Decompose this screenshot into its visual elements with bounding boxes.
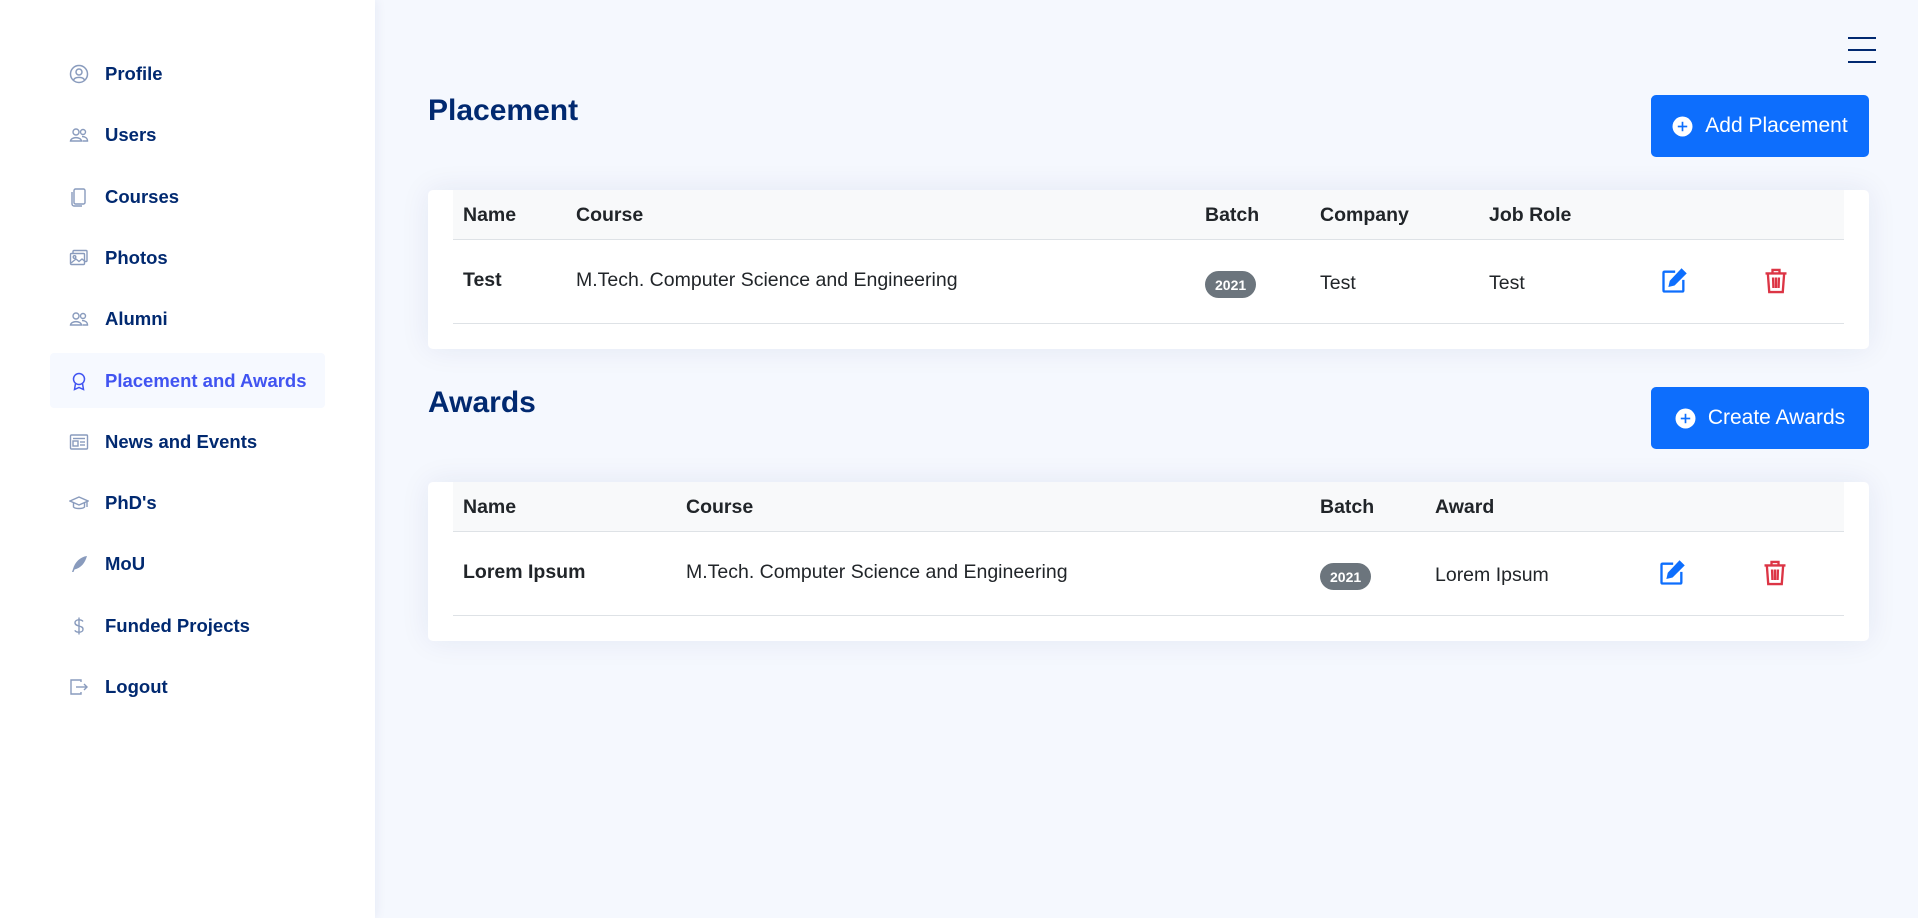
sidebar-item-profile[interactable]: Profile: [50, 46, 325, 101]
cell-course: M.Tech. Computer Science and Engineering: [686, 561, 1068, 583]
sidebar-item-logout[interactable]: Logout: [50, 659, 325, 714]
edit-icon[interactable]: [1658, 559, 1686, 587]
sidebar-item-label: Courses: [105, 185, 180, 207]
create-awards-label: Create Awards: [1707, 406, 1846, 429]
people-icon: [68, 124, 90, 146]
sidebar-item-mou[interactable]: MoU: [50, 536, 325, 591]
hamburger-menu-icon[interactable]: [1848, 37, 1876, 63]
edit-icon[interactable]: [1660, 267, 1688, 295]
cell-name: Lorem Ipsum: [463, 561, 586, 583]
sidebar-item-phds[interactable]: PhD's: [50, 475, 325, 530]
column-header-batch: Batch: [1205, 204, 1260, 226]
people-icon: [68, 308, 90, 330]
table-header: Name Course Batch Company Job Role: [453, 190, 1844, 240]
awards-title: Awards: [428, 386, 536, 419]
sidebar-item-label: Alumni: [105, 307, 168, 329]
placement-card: Name Course Batch Company Job Role Test …: [428, 190, 1869, 349]
sidebar-item-alumni[interactable]: Alumni: [50, 291, 325, 346]
column-header-company: Company: [1320, 204, 1409, 226]
sidebar-item-courses[interactable]: Courses: [50, 169, 325, 224]
images-icon: [68, 247, 90, 269]
sidebar-item-label: MoU: [105, 552, 146, 574]
awards-card: Name Course Batch Award Lorem Ipsum M.Te…: [428, 482, 1869, 641]
column-header-name: Name: [463, 496, 517, 518]
cell-job-role: Test: [1489, 272, 1525, 294]
dollar-icon: [68, 615, 90, 637]
batch-badge: 2021: [1320, 563, 1372, 590]
sidebar-item-label: PhD's: [105, 491, 157, 513]
plus-circle-icon: [1672, 116, 1693, 136]
mortarboard-icon: [68, 492, 90, 514]
table-header: Name Course Batch Award: [453, 482, 1844, 532]
table-row: Test M.Tech. Computer Science and Engine…: [453, 240, 1844, 324]
sidebar-item-label: News and Events: [105, 430, 258, 452]
column-header-course: Course: [576, 204, 644, 226]
sidebar-item-funded-projects[interactable]: Funded Projects: [50, 598, 325, 653]
trash-icon[interactable]: [1761, 559, 1789, 587]
sidebar-item-label: Funded Projects: [105, 614, 250, 636]
batch-badge: 2021: [1205, 271, 1257, 298]
award-icon: [68, 370, 90, 392]
sidebar-item-label: Placement and Awards: [105, 369, 307, 391]
cell-name: Test: [463, 269, 502, 291]
cell-company: Test: [1320, 272, 1356, 294]
person-circle-icon: [68, 63, 90, 85]
add-placement-button[interactable]: Add Placement: [1651, 95, 1869, 157]
sidebar-item-label: Users: [105, 123, 157, 145]
column-header-job-role: Job Role: [1489, 204, 1572, 226]
cell-course: M.Tech. Computer Science and Engineering: [576, 269, 958, 291]
column-header-course: Course: [686, 496, 754, 518]
sidebar-item-label: Logout: [105, 675, 168, 697]
trash-icon[interactable]: [1762, 267, 1790, 295]
feather-icon: [68, 553, 90, 575]
newspaper-icon: [68, 431, 90, 453]
sidebar-item-placement-and-awards[interactable]: Placement and Awards: [50, 353, 325, 408]
column-header-name: Name: [463, 204, 517, 226]
table-row: Lorem Ipsum M.Tech. Computer Science and…: [453, 532, 1844, 616]
sidebar-item-label: Photos: [105, 246, 168, 268]
sidebar-item-photos[interactable]: Photos: [50, 230, 325, 285]
sidebar-item-news-and-events[interactable]: News and Events: [50, 414, 325, 469]
plus-circle-icon: [1675, 408, 1696, 428]
add-placement-label: Add Placement: [1705, 114, 1848, 137]
sidebar-item-users[interactable]: Users: [50, 107, 325, 162]
journals-icon: [68, 186, 90, 208]
column-header-award: Award: [1435, 496, 1495, 518]
create-awards-button[interactable]: Create Awards: [1651, 387, 1869, 449]
sidebar: Profile Users Courses Photos Alumni Plac…: [0, 0, 375, 918]
column-header-batch: Batch: [1320, 496, 1375, 518]
box-arrow-right-icon: [68, 676, 90, 698]
placement-title: Placement: [428, 94, 579, 127]
sidebar-item-label: Profile: [105, 62, 163, 84]
cell-award: Lorem Ipsum: [1435, 564, 1549, 586]
